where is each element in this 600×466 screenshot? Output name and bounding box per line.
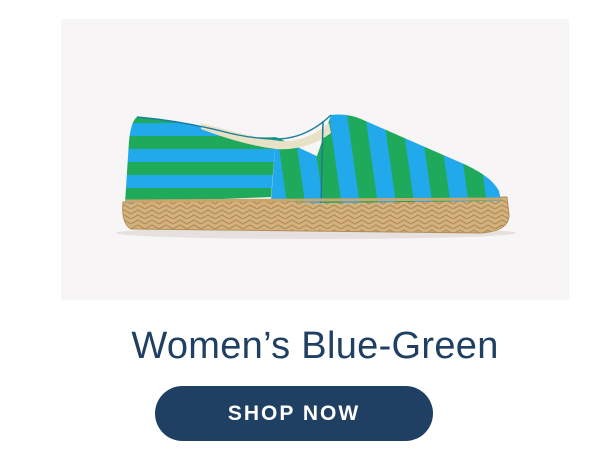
shop-now-button[interactable]: SHOP NOW xyxy=(155,386,433,441)
product-image[interactable] xyxy=(61,19,569,300)
espadrille-shoe-icon xyxy=(116,114,516,239)
product-title: Women’s Blue-Green xyxy=(131,325,499,367)
product-card: Women’s Blue-Green SHOP NOW xyxy=(0,0,600,466)
